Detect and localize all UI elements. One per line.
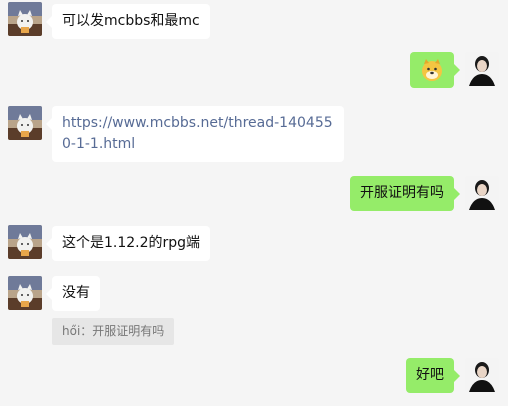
message-text: 没有 [62,285,90,301]
message-link[interactable]: https://www.mcbbs.net/thread-1404550-1-1… [62,115,333,152]
cat-avatar-icon [8,106,42,140]
quoted-reply[interactable]: hői：开服证明有吗 [52,318,175,345]
message-bubble-outgoing[interactable] [410,52,460,88]
cat-avatar-icon [8,2,42,36]
avatar-outgoing[interactable] [465,176,499,210]
cat-avatar-icon [8,276,42,310]
person-avatar-icon [465,358,499,392]
cat-avatar-icon [8,225,42,259]
message-text: 这个是1.12.2的rpg端 [62,235,201,251]
person-avatar-icon [465,176,499,210]
message-bubble-outgoing[interactable]: 好吧 [406,358,460,393]
quoted-reply-text: hői：开服证明有吗 [62,324,165,338]
message-bubble-incoming[interactable]: 这个是1.12.2的rpg端 [45,226,211,261]
avatar-incoming[interactable] [8,225,42,259]
avatar-incoming[interactable] [8,2,42,36]
avatar-outgoing[interactable] [465,358,499,392]
avatar-incoming[interactable] [8,106,42,140]
message-bubble-incoming[interactable]: 没有 [46,276,100,311]
message-text: 好吧 [416,367,444,383]
avatar-outgoing[interactable] [465,52,499,86]
person-avatar-icon [465,52,499,86]
message-text: 开服证明有吗 [360,185,444,201]
message-text: 可以发mcbbs和最mc [62,13,200,29]
doge-face-icon [422,59,442,81]
message-bubble-outgoing[interactable]: 开服证明有吗 [350,176,460,211]
message-bubble-incoming[interactable]: https://www.mcbbs.net/thread-1404550-1-1… [46,106,344,162]
message-bubble-incoming[interactable]: 可以发mcbbs和最mc [46,4,210,39]
avatar-incoming[interactable] [8,276,42,310]
